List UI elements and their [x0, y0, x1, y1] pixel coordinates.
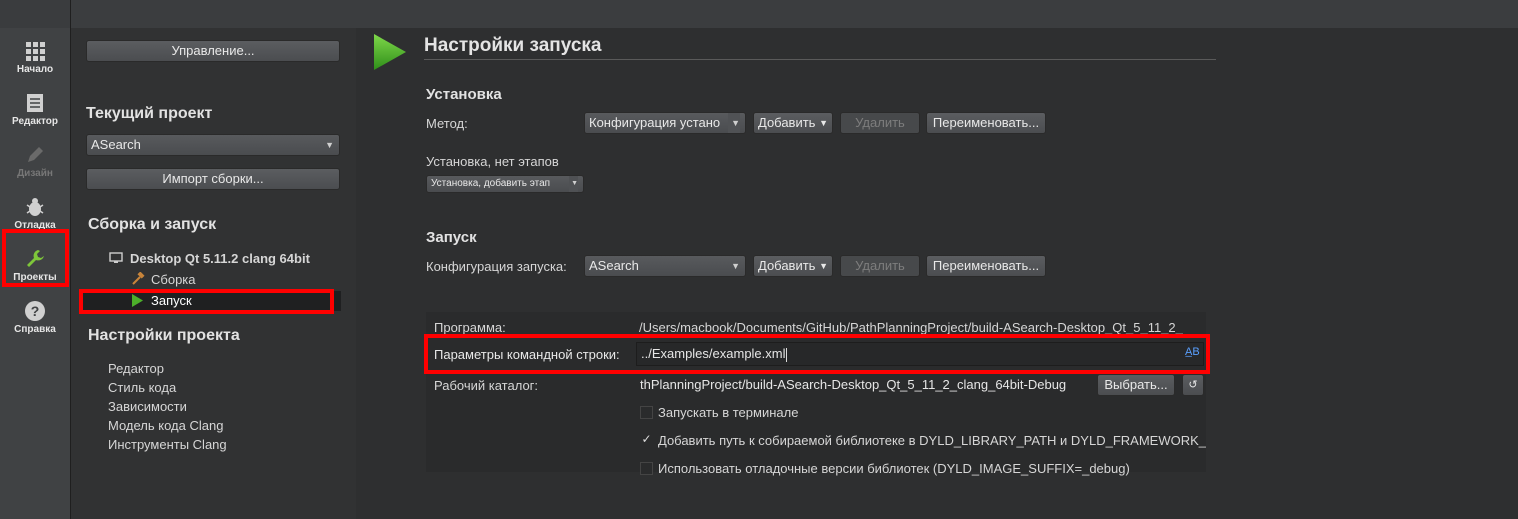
run-rename-button[interactable]: Переименовать... — [926, 255, 1046, 277]
grid-icon — [26, 42, 45, 61]
manage-kits-button[interactable]: Управление... — [86, 40, 340, 62]
project-select-value: ASearch — [91, 137, 141, 152]
main-panel: Настройки запуска Установка Метод: Конфи… — [356, 0, 1518, 519]
mode-help[interactable]: ? Справка — [0, 294, 70, 344]
nav-top-strip — [71, 0, 356, 28]
run-heading: Запуск — [426, 229, 477, 246]
deploy-remove-button[interactable]: Удалить — [840, 112, 920, 134]
highlight-run — [79, 289, 334, 314]
add-dyld-checkbox[interactable]: ✓ — [640, 433, 653, 447]
settings-item-clang-tools[interactable]: Инструменты Clang — [108, 437, 227, 452]
mode-label: Справка — [14, 324, 56, 335]
use-debug-libs-checkbox[interactable] — [640, 462, 653, 475]
mode-editor[interactable]: Редактор — [0, 86, 70, 136]
deploy-rename-button[interactable]: Переименовать... — [926, 112, 1046, 134]
import-build-button[interactable]: Импорт сборки... — [86, 168, 340, 190]
add-dyld-label: Добавить путь к собираемой библиотеке в … — [658, 433, 1206, 448]
chevron-down-icon: ▼ — [731, 261, 740, 271]
run-remove-button[interactable]: Удалить — [840, 255, 920, 277]
mode-label: Дизайн — [17, 168, 53, 179]
chevron-down-icon: ▼ — [728, 113, 740, 133]
program-label: Программа: — [434, 320, 506, 335]
mode-label: Начало — [16, 64, 54, 75]
settings-item-editor[interactable]: Редактор — [108, 361, 164, 376]
project-select[interactable]: ASearch ▼ — [86, 134, 340, 156]
mode-welcome[interactable]: Начало — [0, 34, 70, 84]
help-icon: ? — [25, 301, 45, 321]
svg-text:?: ? — [31, 303, 40, 319]
highlight-args — [424, 334, 1210, 374]
run-config-value: ASearch — [589, 258, 639, 273]
navigation-pane: Управление... Текущий проект ASearch ▼ И… — [70, 0, 357, 519]
reset-icon[interactable]: ↺ — [1182, 374, 1204, 396]
build-run-heading: Сборка и запуск — [88, 216, 217, 233]
use-debug-libs-label: Использовать отладочные версии библиотек… — [658, 461, 1130, 476]
monitor-icon — [109, 251, 123, 263]
settings-item-clang-model[interactable]: Модель кода Clang — [108, 418, 223, 433]
settings-item-dependencies[interactable]: Зависимости — [108, 399, 187, 414]
deploy-add-step-label: Установка, добавить этап — [431, 178, 551, 189]
document-icon — [27, 94, 43, 112]
bug-icon — [26, 198, 44, 216]
mode-bar: Начало Редактор Дизайн Отладка Проекты ?… — [0, 0, 70, 519]
run-in-terminal-label: Запускать в терминале — [658, 405, 799, 420]
chevron-down-icon: ▼ — [325, 140, 334, 150]
run-settings-icon — [374, 34, 406, 75]
chevron-down-icon: ▼ — [819, 118, 828, 128]
settings-item-code-style[interactable]: Стиль кода — [108, 380, 176, 395]
deploy-add-button[interactable]: Добавить ▼ — [753, 112, 833, 134]
chevron-down-icon: ▼ — [819, 261, 828, 271]
run-add-label: Добавить — [758, 258, 816, 273]
page-title: Настройки запуска — [424, 35, 602, 56]
deploy-method-select[interactable]: Конфигурация устано ▼ — [584, 112, 746, 134]
run-config-label: Конфигурация запуска: — [426, 259, 567, 274]
program-path: /Users/macbook/Documents/GitHub/PathPlan… — [639, 320, 1183, 335]
project-settings-heading: Настройки проекта — [88, 327, 240, 344]
highlight-projects — [2, 229, 69, 287]
mode-bar-top — [0, 0, 70, 28]
chevron-down-icon: ▼ — [569, 176, 578, 192]
run-in-terminal-checkbox[interactable] — [640, 406, 653, 419]
deploy-method-label: Метод: — [426, 116, 468, 131]
deploy-add-step-button[interactable]: Установка, добавить этап ▼ — [426, 175, 584, 193]
mode-label: Редактор — [12, 116, 58, 127]
hammer-icon — [131, 271, 145, 286]
title-divider — [424, 59, 1216, 60]
pen-icon — [28, 147, 43, 162]
mode-design[interactable]: Дизайн — [0, 138, 70, 188]
workdir-value: thPlanningProject/build-ASearch-Desktop_… — [640, 377, 1067, 392]
deploy-steps-label: Установка, нет этапов — [426, 154, 559, 169]
main-top-strip — [356, 0, 1518, 28]
nav-item-build[interactable]: Сборка — [151, 272, 196, 287]
deploy-heading: Установка — [426, 86, 502, 103]
workdir-label: Рабочий каталог: — [434, 378, 539, 393]
browse-button[interactable]: Выбрать... — [1097, 374, 1175, 396]
deploy-method-value: Конфигурация устано — [589, 115, 721, 130]
workdir-input[interactable]: thPlanningProject/build-ASearch-Desktop_… — [636, 374, 1092, 398]
deploy-add-label: Добавить — [758, 115, 816, 130]
run-config-select[interactable]: ASearch ▼ — [584, 255, 746, 277]
current-project-heading: Текущий проект — [86, 105, 213, 122]
kit-name[interactable]: Desktop Qt 5.11.2 clang 64bit — [130, 251, 310, 266]
run-add-button[interactable]: Добавить ▼ — [753, 255, 833, 277]
